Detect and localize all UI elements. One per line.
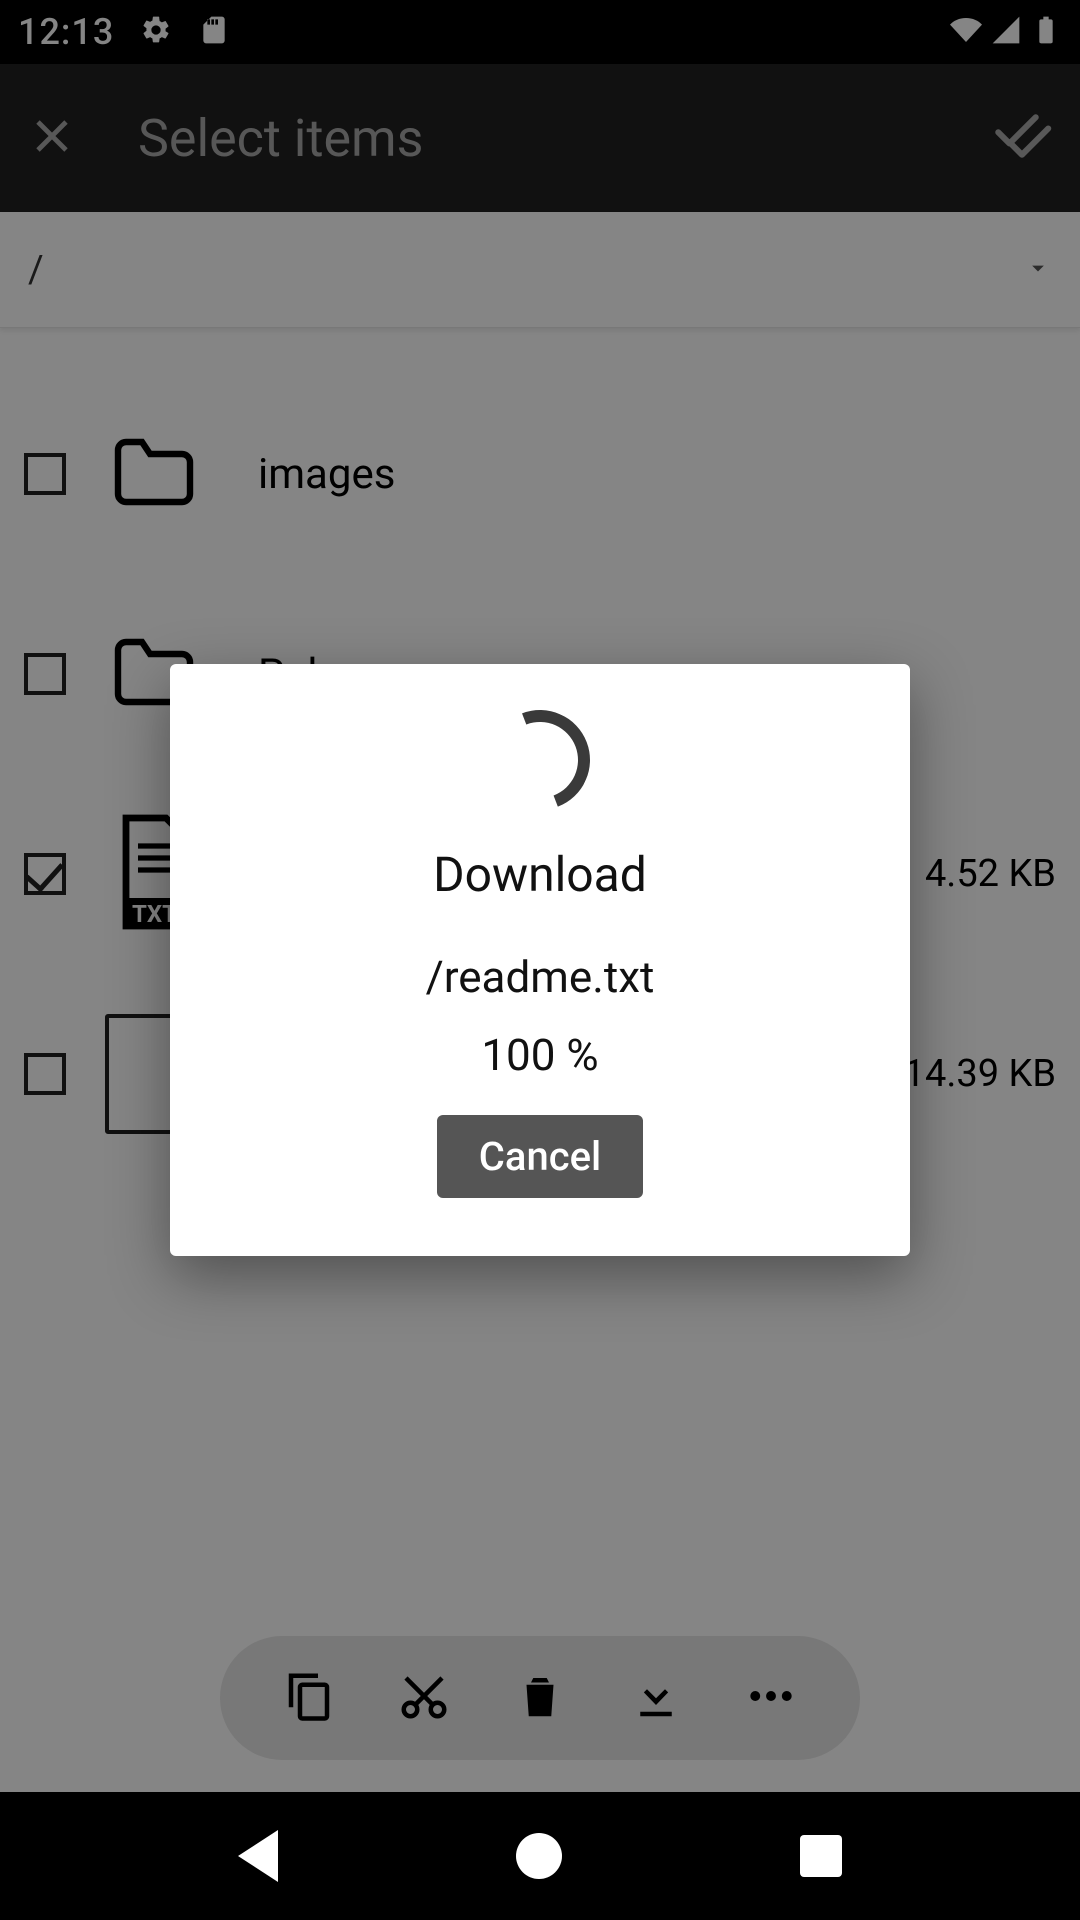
recents-button[interactable] bbox=[800, 1835, 842, 1877]
back-button[interactable] bbox=[238, 1830, 278, 1882]
spinner-icon bbox=[474, 694, 606, 826]
modal-overlay: Download /readme.txt 100 % Cancel bbox=[0, 0, 1080, 1920]
dialog-file: /readme.txt bbox=[210, 951, 870, 1003]
dialog-percent: 100 % bbox=[210, 1029, 870, 1081]
home-button[interactable] bbox=[516, 1833, 562, 1879]
download-dialog: Download /readme.txt 100 % Cancel bbox=[170, 664, 910, 1256]
system-nav-bar bbox=[0, 1792, 1080, 1920]
dialog-title: Download bbox=[210, 846, 870, 903]
cancel-button[interactable]: Cancel bbox=[437, 1115, 643, 1198]
